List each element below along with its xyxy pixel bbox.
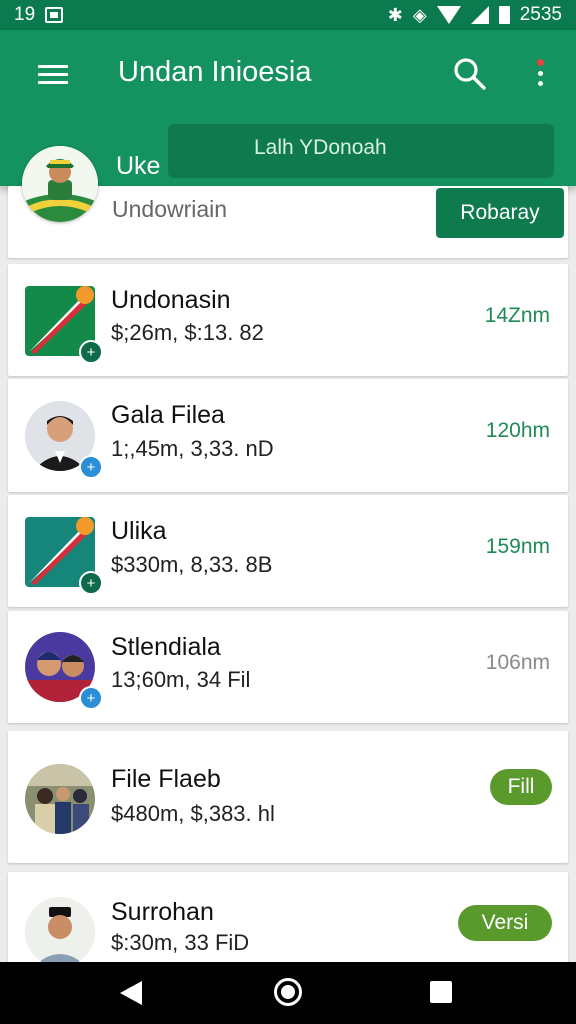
item-title: Gala Filea <box>111 401 225 429</box>
status-time: 19 <box>14 4 36 25</box>
profile-picture <box>22 146 98 222</box>
profile-avatar[interactable] <box>22 146 98 222</box>
header-action-button[interactable]: Robaray <box>436 188 564 238</box>
item-avatar <box>25 764 95 834</box>
back-icon[interactable] <box>120 981 142 1005</box>
recent-apps-icon[interactable] <box>430 981 452 1003</box>
item-avatar <box>25 897 95 967</box>
battery-icon <box>498 6 510 24</box>
person-avatar <box>25 897 95 967</box>
search-icon <box>454 58 486 90</box>
status-bar: 19 ✱ ◈ 2535 <box>0 0 576 30</box>
system-nav-bar <box>0 962 576 1024</box>
list-item[interactable]: + Stlendiala 13;60m, 34 Fil 106nm <box>8 611 568 723</box>
app-title: Undan Inioesia <box>118 56 312 88</box>
item-avatar: + <box>25 632 103 710</box>
item-avatar: + <box>25 286 103 364</box>
add-badge-icon: + <box>79 455 103 479</box>
menu-icon-bar <box>38 81 68 84</box>
menu-icon-bar <box>38 73 68 76</box>
status-clock: 2535 <box>519 4 562 25</box>
home-icon[interactable] <box>274 978 302 1006</box>
crowd-avatar <box>25 764 95 834</box>
more-options-button[interactable] <box>534 54 546 94</box>
item-subtitle: $;26m, $:13. 82 <box>111 320 264 345</box>
menu-icon-bar <box>38 65 68 68</box>
wifi-icon <box>436 6 461 24</box>
item-title: Stlendiala <box>111 633 221 661</box>
notification-dot-icon <box>536 59 544 66</box>
more-dot-icon <box>537 71 543 76</box>
list-item[interactable]: File Flaeb $480m, $,383. hl Fill <box>8 731 568 863</box>
list-item[interactable]: + Undonasin $;26m, $:13. 82 14Znm <box>8 264 568 376</box>
item-title: Undonasin <box>111 286 231 314</box>
bluetooth-icon: ✱ <box>387 5 403 25</box>
item-time: 120hm <box>485 419 550 442</box>
item-subtitle: $:30m, 33 FiD <box>111 930 250 955</box>
signal-icon <box>470 6 489 24</box>
version-pill-button[interactable]: Versi <box>458 905 552 941</box>
item-subtitle: $480m, $,383. hl <box>111 801 275 826</box>
header-subtitle: Undowriain <box>112 196 228 222</box>
item-time: 106nm <box>485 651 550 674</box>
status-left: 19 <box>14 4 64 26</box>
add-badge-icon: + <box>79 571 103 595</box>
item-subtitle: $330m, 8,33. 8B <box>111 552 273 577</box>
menu-button[interactable] <box>38 60 70 88</box>
status-right: ✱ ◈ 2535 <box>388 4 562 26</box>
list-item[interactable]: + Gala Filea 1;,45m, 3,33. nD 120hm <box>8 379 568 492</box>
item-title: File Flaeb <box>111 765 221 793</box>
item-title: Surrohan <box>111 898 214 926</box>
item-title: Ulika <box>111 517 167 545</box>
add-badge-icon: + <box>79 686 103 710</box>
more-dot-icon <box>537 81 543 86</box>
list-item[interactable]: + Ulika $330m, 8,33. 8B 159nm <box>8 495 568 607</box>
appbar-search-field[interactable]: Lalh YDonoah <box>168 124 554 178</box>
data-saver-icon: ◈ <box>412 5 427 25</box>
add-badge-icon: + <box>79 340 103 364</box>
item-time: 14Znm <box>484 304 550 327</box>
list-item[interactable]: Surrohan $:30m, 33 FiD Versi <box>8 872 568 967</box>
search-button[interactable] <box>452 56 488 92</box>
item-time: 159nm <box>485 535 550 558</box>
status-pill-button[interactable]: Fill <box>490 769 552 805</box>
item-avatar: + <box>25 517 103 595</box>
item-subtitle: 13;60m, 34 Fil <box>111 667 251 692</box>
image-icon <box>45 7 64 23</box>
item-avatar: + <box>25 401 103 479</box>
item-subtitle: 1;,45m, 3,33. nD <box>111 436 274 461</box>
